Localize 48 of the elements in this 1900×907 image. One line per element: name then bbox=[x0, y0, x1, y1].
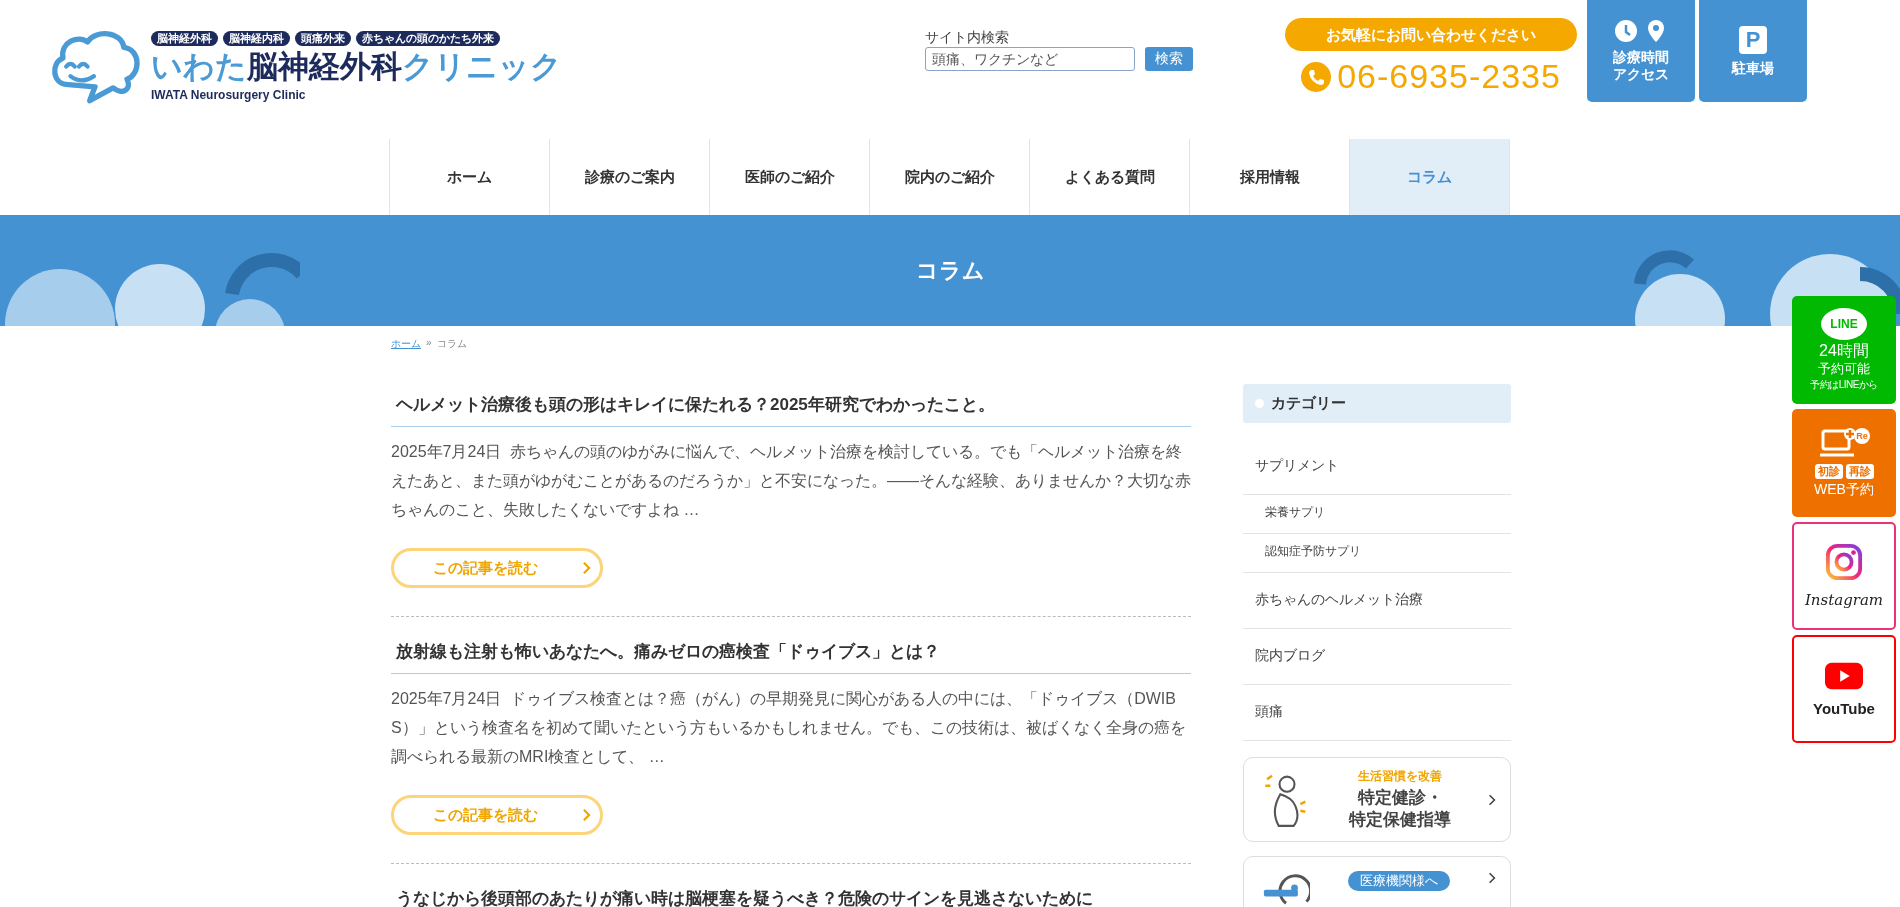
subcategory-link[interactable]: 認知症予防サプリ bbox=[1243, 534, 1511, 573]
search-field[interactable]: 頭痛、ワクチンなど bbox=[925, 47, 1135, 71]
article-excerpt: 2025年7月24日 ドゥイブス検査とは？癌（がん）の早期発見に関心がある人の中には、「ドゥイブス（DWIBS）」という検査名を初めて聞いたという方もいるかもしれません。でも、この技術は、被ばくなく全身の癌を調べられる最新のMRI検査として、 … bbox=[391, 689, 1187, 767]
category-link[interactable]: 頭痛 bbox=[1243, 685, 1511, 741]
department-tag: 頭痛外来 bbox=[295, 30, 351, 46]
side-float-button[interactable]: YouTube bbox=[1792, 635, 1896, 743]
chevron-right-icon bbox=[1488, 871, 1496, 885]
page-title: コラム bbox=[915, 256, 985, 285]
category-link[interactable]: 赤ちゃんのヘルメット治療 bbox=[1243, 573, 1511, 629]
clinic-name[interactable]: いわた脳神経外科クリニック bbox=[151, 47, 562, 86]
category-link[interactable]: サプリメント bbox=[1243, 439, 1511, 495]
breadcrumb-separator: » bbox=[426, 337, 432, 350]
chevron-right-icon bbox=[1488, 792, 1496, 807]
promo-card[interactable]: 生活習慣を改善 特定健診・ 特定保健指導 bbox=[1243, 757, 1511, 842]
category-heading: カテゴリー bbox=[1243, 384, 1511, 423]
side-float-button[interactable]: Instagram bbox=[1792, 522, 1896, 630]
article-title[interactable]: うなじから後頭部のあたりが痛い時は脳梗塞を疑うべき？危険のサインを見逃さないために bbox=[391, 878, 1191, 907]
parking-icon: P bbox=[1739, 25, 1767, 54]
department-tag: 脳神経内科 bbox=[223, 30, 290, 46]
play-icon bbox=[1825, 661, 1863, 690]
breadcrumb-current: コラム bbox=[436, 337, 467, 351]
quick-link-label: アクセス bbox=[1613, 66, 1669, 83]
card-title: 特定健診・ bbox=[1357, 787, 1443, 809]
search-label: サイト内検索 bbox=[925, 29, 1010, 47]
breadcrumb-link[interactable]: ホーム bbox=[391, 337, 421, 351]
contact-banner: お気軽にお問い合わせください bbox=[1285, 18, 1577, 51]
re-badge: Re bbox=[1854, 427, 1870, 444]
clock-icon bbox=[1614, 19, 1638, 43]
phone-icon bbox=[1301, 61, 1332, 92]
subcategory-link[interactable]: 栄養サプリ bbox=[1243, 495, 1511, 534]
mri-scanner-icon bbox=[1262, 871, 1310, 905]
article-title[interactable]: ヘルメット治療後も頭の形はキレイに保たれる？2025年研究でわかったこと。 bbox=[391, 384, 1191, 427]
camera-icon bbox=[1825, 543, 1863, 581]
line-chat-icon: LINE bbox=[1821, 308, 1867, 340]
card-title: 特定保健指導 bbox=[1349, 809, 1451, 831]
quick-link-label: 診療時間 bbox=[1613, 49, 1669, 66]
article-excerpt: 2025年7月24日 赤ちゃんの頭のゆがみに悩んで、ヘルメット治療を検討している。でも「ヘルメット治療を終えたあと、また頭がゆがむことがあるのだろうか」と不安になった。——そんな経験、ありませんか？大切な赤ちゃんのこと、失敗したくないですよね … bbox=[391, 442, 1191, 520]
department-tag: 赤ちゃんの頭のかたち外来 bbox=[356, 30, 500, 46]
clinic-english-name: IWATA Neurosurgery Clinic bbox=[151, 87, 307, 102]
chevron-right-icon bbox=[582, 561, 591, 575]
quick-link-label: 駐車場 bbox=[1732, 59, 1774, 77]
chevron-right-icon bbox=[582, 808, 591, 822]
visit-tag: 再診 bbox=[1845, 463, 1874, 479]
article-title[interactable]: 放射線も注射も怖いあなたへ。痛みゼロの癌検査「ドゥイブス」とは？ bbox=[391, 631, 1191, 674]
laptop-icon bbox=[1818, 427, 1858, 458]
visit-tag: 初診 bbox=[1814, 463, 1843, 479]
category-link[interactable]: 院内ブログ bbox=[1243, 629, 1511, 685]
department-tag: 脳神経外科 bbox=[151, 30, 218, 46]
